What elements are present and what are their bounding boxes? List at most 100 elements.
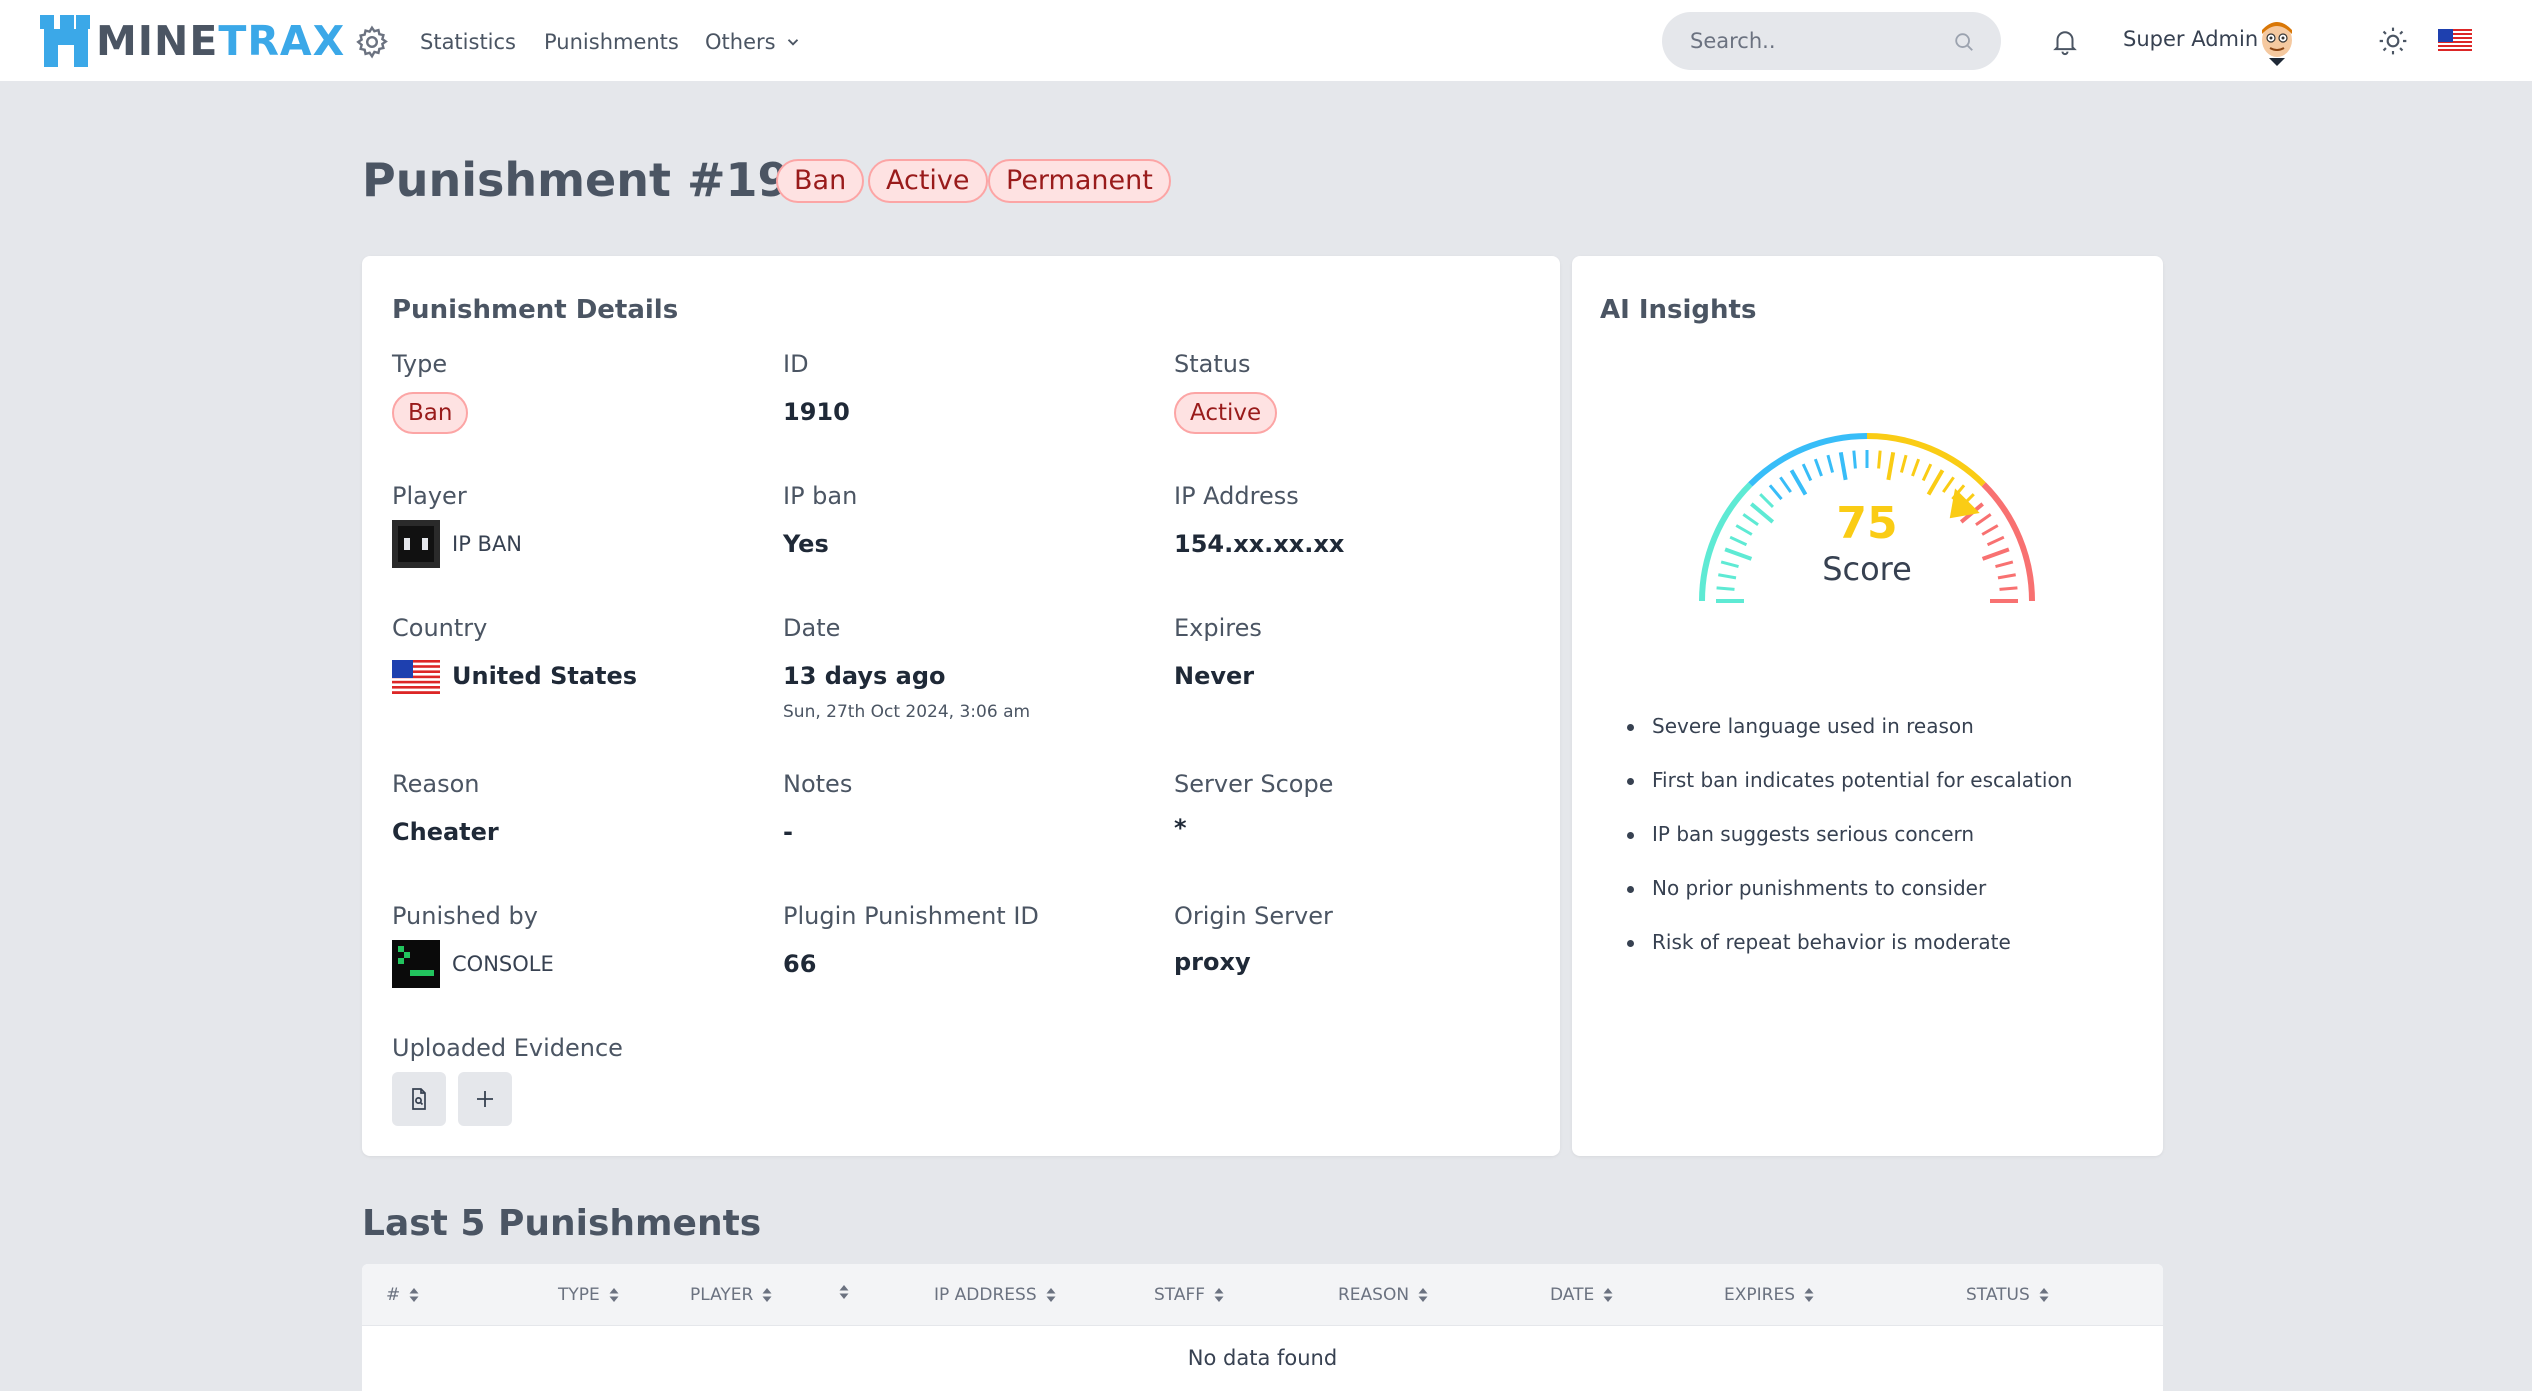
- score-value: 75: [1836, 498, 1897, 549]
- origin-server-label: Origin Server: [1174, 902, 1333, 930]
- insight-item: IP ban suggests serious concern: [1626, 820, 2072, 874]
- column-header-ip-address[interactable]: IP ADDRESS: [934, 1284, 1057, 1306]
- gear-icon[interactable]: [354, 24, 390, 60]
- gauge-tick: [1742, 513, 1759, 526]
- ai-insights-card: AI Insights 75 Score Severe language use…: [1572, 256, 2163, 1156]
- column-header-status[interactable]: STATUS: [1966, 1284, 2050, 1306]
- gauge-tick: [1826, 454, 1835, 473]
- gauge-tick: [1750, 502, 1775, 524]
- player-head-image[interactable]: [392, 520, 440, 568]
- gauge-tick: [1729, 535, 1748, 547]
- us-flag-icon[interactable]: [2438, 29, 2472, 53]
- gauge-tick: [1718, 573, 1737, 580]
- gauge-tick: [1926, 469, 1945, 496]
- score-gauge: 75 Score: [1699, 433, 2035, 603]
- plugin-punishment-id-value: 66: [783, 950, 817, 978]
- gauge-tick: [1779, 476, 1792, 493]
- gauge-tick: [1877, 450, 1882, 469]
- reason-label: Reason: [392, 770, 480, 798]
- file-search-icon: [412, 1088, 426, 1110]
- sort-icon: [609, 1288, 619, 1302]
- type-label: Type: [392, 350, 448, 378]
- gauge-tick: [1995, 560, 2014, 569]
- add-evidence-button[interactable]: [458, 1072, 512, 1126]
- punished-by-label: Punished by: [392, 902, 538, 930]
- console-head-image[interactable]: [392, 940, 440, 988]
- top-navbar: MINETRAX Statistics Punishments Others S…: [0, 0, 2532, 83]
- brand-name: MINETRAX: [96, 17, 346, 65]
- column-header-player[interactable]: PLAYER: [690, 1284, 773, 1306]
- gauge-tick: [1852, 450, 1857, 469]
- nav-link-others[interactable]: Others: [705, 28, 776, 56]
- sort-icon: [1418, 1288, 1428, 1302]
- gauge-tick: [1768, 484, 1783, 501]
- country-label: Country: [392, 614, 488, 642]
- bell-icon[interactable]: [2050, 25, 2080, 57]
- gauge-tick: [1942, 476, 1955, 493]
- search-icon[interactable]: [1953, 31, 1975, 53]
- gauge-tick: [1921, 463, 1933, 482]
- gauge-tick: [1735, 524, 1753, 536]
- plus-icon: [477, 1091, 493, 1107]
- server-scope-value: *: [1174, 814, 1187, 842]
- column-header-date[interactable]: DATE: [1550, 1284, 1614, 1306]
- card-title: AI Insights: [1600, 295, 1757, 325]
- notes-value: -: [783, 818, 793, 846]
- gauge-pointer: [1949, 488, 1980, 519]
- id-label: ID: [783, 350, 809, 378]
- gauge-tick: [1759, 493, 1775, 509]
- date-full: Sun, 27th Oct 2024, 3:06 am: [783, 702, 1031, 722]
- uploaded-evidence-label: Uploaded Evidence: [392, 1034, 623, 1062]
- gauge-tick: [1986, 535, 2005, 547]
- notes-label: Notes: [783, 770, 853, 798]
- insights-list: Severe language used in reason First ban…: [1626, 712, 2072, 982]
- sort-icon: [839, 1285, 849, 1299]
- us-flag-icon: [392, 660, 440, 694]
- gauge-tick: [1981, 524, 1999, 536]
- gauge-tick: [1789, 469, 1808, 496]
- user-name[interactable]: Super Admin: [2123, 27, 2258, 51]
- gauge-tick: [1838, 451, 1848, 481]
- punisher-name-link[interactable]: CONSOLE: [452, 950, 554, 978]
- origin-server-value: proxy: [1174, 948, 1251, 976]
- sort-icon: [1603, 1288, 1613, 1302]
- ipban-label: IP ban: [783, 482, 858, 510]
- avatar[interactable]: [2258, 20, 2296, 66]
- ipban-value: Yes: [783, 530, 829, 558]
- nav-link-punishments[interactable]: Punishments: [544, 28, 679, 56]
- insight-item: Severe language used in reason: [1626, 712, 2072, 766]
- column-header-type[interactable]: TYPE: [558, 1284, 620, 1306]
- gauge-tick: [1813, 458, 1823, 477]
- column-header-staff[interactable]: STAFF: [1154, 1284, 1225, 1306]
- column-header-reason[interactable]: REASON: [1338, 1284, 1429, 1306]
- type-value-badge: Ban: [392, 392, 469, 434]
- type-badge: Ban: [776, 159, 865, 203]
- card-title: Punishment Details: [392, 295, 679, 325]
- reason-value: Cheater: [392, 818, 499, 846]
- column-header-expires[interactable]: EXPIRES: [1724, 1284, 1815, 1306]
- column-header-blank[interactable]: [830, 1284, 850, 1300]
- gauge-tick: [1886, 451, 1896, 481]
- status-label: Status: [1174, 350, 1251, 378]
- search-input[interactable]: [1690, 12, 1950, 70]
- column-header-number[interactable]: #: [386, 1284, 420, 1306]
- player-label: Player: [392, 482, 467, 510]
- plugin-punishment-id-label: Plugin Punishment ID: [783, 902, 1039, 930]
- minetrax-logo[interactable]: MINETRAX: [40, 12, 345, 70]
- score-label: Score: [1822, 550, 1912, 588]
- expires-label: Expires: [1174, 614, 1262, 642]
- gauge-tick: [1999, 586, 2018, 591]
- sun-icon[interactable]: [2377, 25, 2409, 57]
- sort-icon: [762, 1288, 772, 1302]
- gauge-tick: [1716, 586, 1735, 591]
- chevron-down-icon[interactable]: [784, 33, 802, 51]
- player-name-link[interactable]: IP BAN: [452, 530, 522, 558]
- date-label: Date: [783, 614, 841, 642]
- duration-badge: Permanent: [988, 159, 1171, 203]
- insight-item: No prior punishments to consider: [1626, 874, 2072, 928]
- view-evidence-button[interactable]: [392, 1072, 446, 1126]
- nav-link-statistics[interactable]: Statistics: [420, 28, 516, 56]
- id-value: 1910: [783, 398, 850, 426]
- table-header: # TYPE PLAYER IP ADDRESS STAFF REASON DA…: [362, 1264, 2163, 1326]
- empty-table-message: No data found: [1187, 1346, 1338, 1370]
